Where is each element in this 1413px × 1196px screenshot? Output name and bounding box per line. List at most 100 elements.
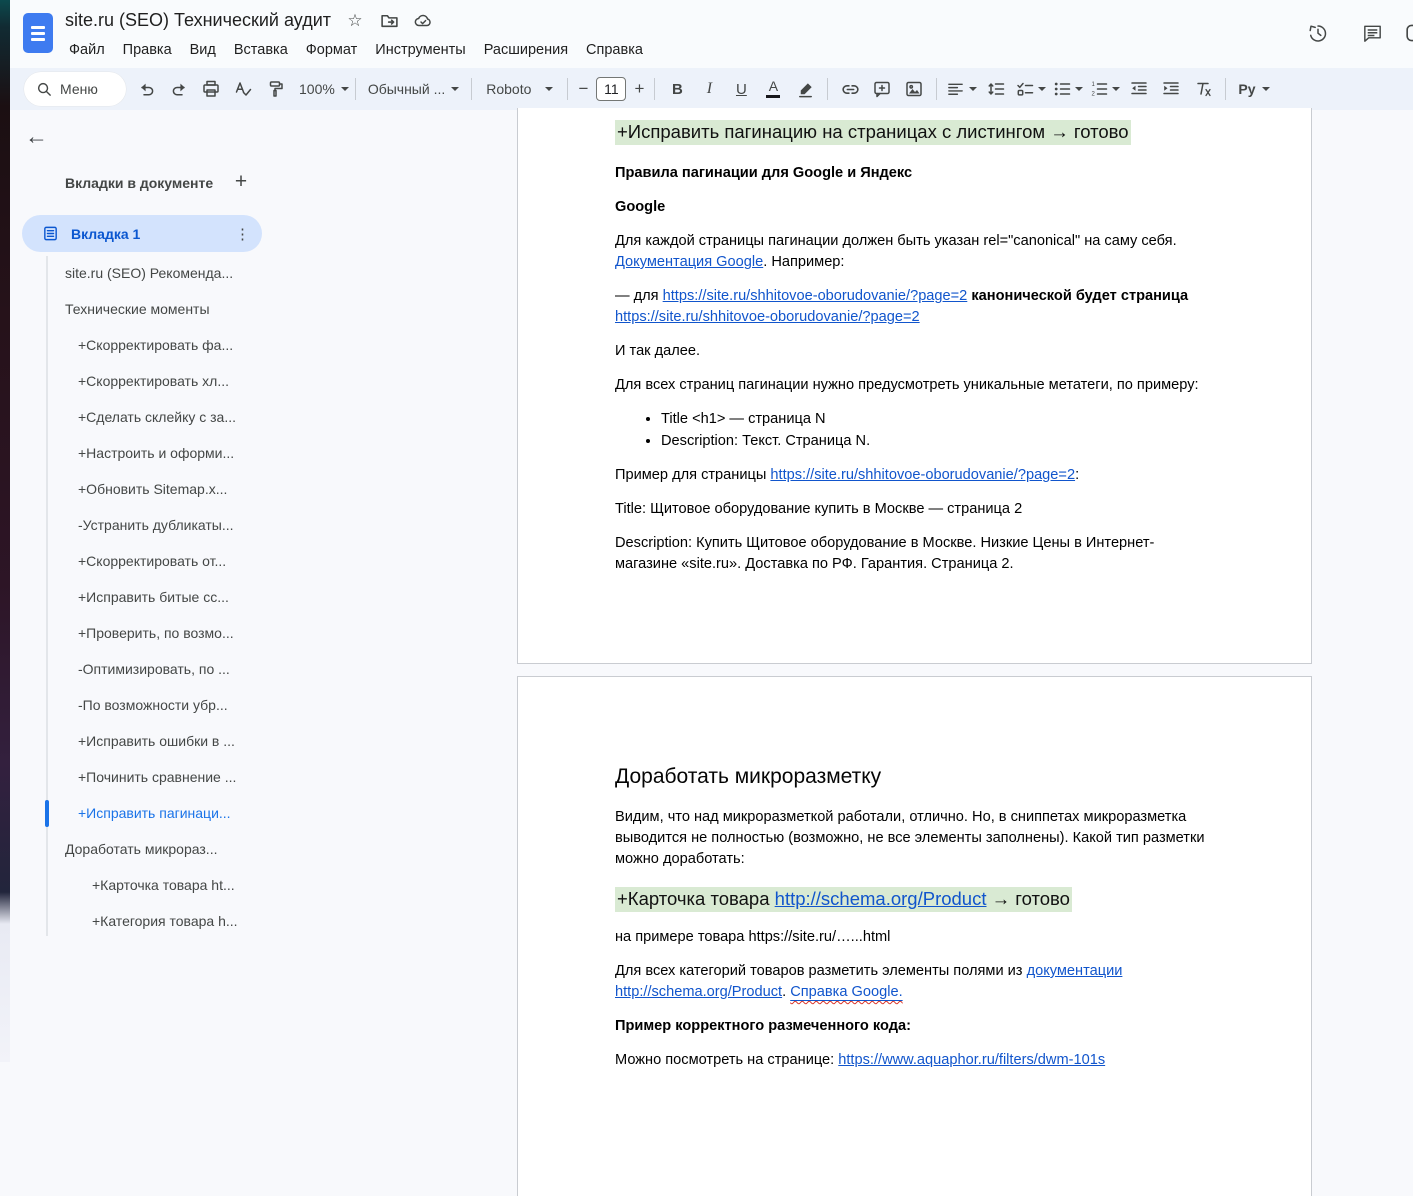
divider <box>471 78 472 100</box>
cloud-saved-icon[interactable] <box>413 11 433 31</box>
chevron-down-icon <box>451 87 459 91</box>
doc-paragraph: на примере товара https://site.ru/…...ht… <box>615 927 1215 948</box>
google-docs-logo-icon[interactable] <box>23 13 53 53</box>
doc-heading-microdata: Доработать микроразметку <box>615 765 1215 789</box>
menu-file[interactable]: Файл <box>62 40 112 60</box>
underline-button[interactable]: U <box>728 76 754 102</box>
document-title[interactable]: site.ru (SEO) Технический аудит <box>65 10 331 31</box>
menu-view[interactable]: Вид <box>183 40 223 60</box>
paint-format-icon <box>265 79 285 99</box>
paragraph-style-select[interactable]: Обычный ... <box>362 81 465 97</box>
doc-paragraph: Видим, что над микроразметкой работали, … <box>615 807 1215 870</box>
align-button[interactable] <box>946 76 977 102</box>
divider <box>936 78 937 100</box>
divider <box>567 78 568 100</box>
numbered-list-icon: 12 <box>1089 79 1109 99</box>
doc-link[interactable]: https://www.aquaphor.ru/filters/dwm-101s <box>838 1052 1105 1068</box>
clear-formatting-button[interactable] <box>1190 76 1216 102</box>
zoom-select[interactable]: 100% <box>299 81 349 97</box>
menu-help[interactable]: Справка <box>579 40 650 60</box>
spellcheck-button[interactable] <box>230 76 256 102</box>
insert-image-button[interactable] <box>901 76 927 102</box>
divider <box>1225 78 1226 100</box>
bulleted-list-button[interactable] <box>1052 76 1083 102</box>
doc-link[interactable]: https://site.ru/shhitovoe-oborudovanie/?… <box>770 467 1075 483</box>
document-page-1[interactable]: +Исправить пагинацию на страницах с лист… <box>517 108 1312 664</box>
font-size-input[interactable]: 11 <box>596 77 626 101</box>
add-comment-icon <box>872 79 892 99</box>
checklist-button[interactable] <box>1015 76 1046 102</box>
svg-text:1: 1 <box>1092 82 1096 88</box>
chevron-down-icon <box>341 87 349 91</box>
doc-paragraph: Пример для страницы https://site.ru/shhi… <box>615 465 1215 486</box>
input-tools-icon: Ру <box>1238 81 1255 97</box>
undo-button[interactable] <box>134 76 160 102</box>
menu-insert[interactable]: Вставка <box>227 40 295 60</box>
doc-paragraph: — для https://site.ru/shhitovoe-oborudov… <box>615 286 1215 328</box>
star-icon[interactable]: ☆ <box>345 11 365 31</box>
decrease-indent-button[interactable] <box>1126 76 1152 102</box>
paint-format-button[interactable] <box>262 76 288 102</box>
docs-logo-bars <box>31 23 45 44</box>
print-button[interactable] <box>198 76 224 102</box>
chevron-down-icon <box>1038 87 1046 91</box>
text-color-icon: A <box>766 80 780 98</box>
doc-link[interactable]: http://schema.org/Product <box>775 888 987 909</box>
increase-font-size-button[interactable]: + <box>630 79 648 99</box>
doc-bullet-list: Title <h1> — страница N Description: Тек… <box>615 409 1215 452</box>
redo-button[interactable] <box>166 76 192 102</box>
doc-paragraph: Можно посмотреть на странице: https://ww… <box>615 1050 1215 1071</box>
doc-paragraph: И так далее. <box>615 341 1215 362</box>
bold-button[interactable]: B <box>664 76 690 102</box>
align-left-icon <box>946 80 965 99</box>
menu-format[interactable]: Формат <box>299 40 365 60</box>
comments-icon[interactable] <box>1359 20 1385 46</box>
insert-link-button[interactable] <box>837 76 863 102</box>
paragraph-style-value: Обычный ... <box>368 81 445 97</box>
search-icon <box>36 81 53 98</box>
doc-link[interactable]: https://site.ru/shhitovoe-oborudovanie/?… <box>615 309 920 325</box>
spellcheck-icon <box>233 79 253 99</box>
line-spacing-button[interactable] <box>983 76 1009 102</box>
desktop-edge-strip <box>0 0 10 1062</box>
doc-paragraph: Для каждой страницы пагинации должен быт… <box>615 231 1215 273</box>
highlight-icon <box>796 80 815 99</box>
chevron-down-icon <box>1112 87 1120 91</box>
highlight-color-button[interactable] <box>792 76 818 102</box>
doc-subheading: Пример корректного размеченного кода: <box>615 1016 1215 1037</box>
move-folder-icon[interactable] <box>379 11 399 31</box>
menu-edit[interactable]: Правка <box>116 40 179 60</box>
divider <box>355 78 356 100</box>
clear-formatting-icon <box>1193 79 1213 99</box>
print-icon <box>201 79 221 99</box>
spellcheck-squiggle: Справка Google. <box>790 984 902 1000</box>
chevron-down-icon <box>969 87 977 91</box>
doc-bullet-item: Title <h1> — страница N <box>661 409 1215 431</box>
insert-link-icon <box>840 79 861 100</box>
text-color-button[interactable]: A <box>760 76 786 102</box>
menu-search-label: Меню <box>60 81 98 97</box>
line-spacing-icon <box>986 79 1006 99</box>
doc-subheading: Правила пагинации для Google и Яндекс <box>615 163 1215 184</box>
toolbar: Меню 100% Обычный ... Roboto − 11 + B I … <box>10 68 1413 110</box>
menu-extensions[interactable]: Расширения <box>477 40 575 60</box>
font-select[interactable]: Roboto <box>478 81 561 97</box>
increase-indent-button[interactable] <box>1158 76 1184 102</box>
document-page-2[interactable]: Доработать микроразметку Видим, что над … <box>517 676 1312 1196</box>
doc-heading-pagination: +Исправить пагинацию на страницах с лист… <box>615 118 1215 146</box>
doc-link[interactable]: Документация Google <box>615 254 763 270</box>
doc-paragraph-title-example: Title: Щитовое оборудование купить в Мос… <box>615 499 1215 520</box>
insert-image-icon <box>904 79 924 99</box>
menu-search-button[interactable]: Меню <box>24 72 126 106</box>
numbered-list-button[interactable]: 12 <box>1089 76 1120 102</box>
version-history-icon[interactable] <box>1305 20 1331 46</box>
doc-link[interactable]: Справка Google. <box>790 984 902 1000</box>
decrease-font-size-button[interactable]: − <box>574 79 592 99</box>
doc-link[interactable]: https://site.ru/shhitovoe-oborudovanie/?… <box>663 288 968 304</box>
increase-indent-icon <box>1161 79 1181 99</box>
add-comment-button[interactable] <box>869 76 895 102</box>
input-tools-select[interactable]: Ру <box>1232 81 1275 97</box>
checklist-icon <box>1015 79 1035 99</box>
menu-tools[interactable]: Инструменты <box>368 40 472 60</box>
italic-button[interactable]: I <box>696 76 722 102</box>
